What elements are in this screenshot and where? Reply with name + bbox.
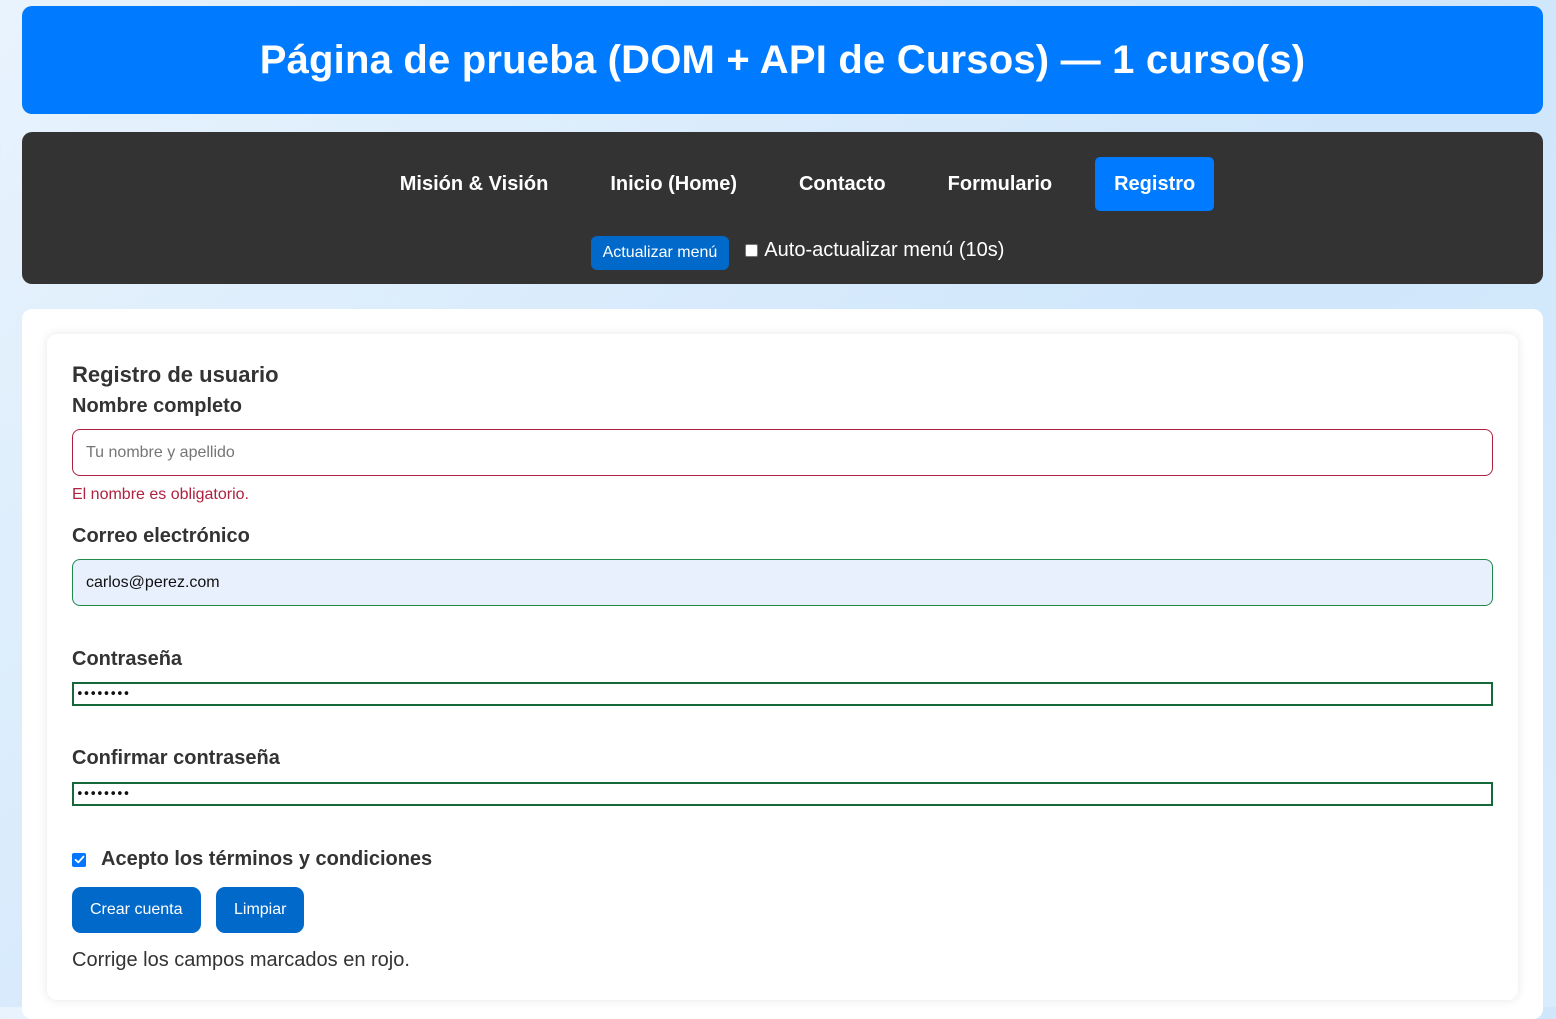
email-input[interactable]: carlos@perez.com bbox=[72, 559, 1493, 606]
nav-link-inicio[interactable]: Inicio (Home) bbox=[591, 157, 756, 211]
nav-link-contacto[interactable]: Contacto bbox=[780, 157, 905, 211]
form-status-message: Corrige los campos marcados en rojo. bbox=[72, 949, 410, 971]
confirm-password-label: Confirmar contraseña bbox=[72, 747, 280, 769]
terms-checkbox[interactable] bbox=[72, 852, 86, 867]
create-account-button[interactable]: Crear cuenta bbox=[72, 887, 201, 933]
nav-tools: Actualizar menú Auto-actualizar menú (10… bbox=[22, 236, 1543, 270]
main-nav: Misión & Visión Inicio (Home) Contacto F… bbox=[22, 132, 1543, 284]
registration-card: Registro de usuario Nombre completo Tu n… bbox=[47, 334, 1518, 1000]
nav-link-formulario[interactable]: Formulario bbox=[929, 157, 1071, 211]
name-input[interactable]: Tu nombre y apellido bbox=[72, 429, 1493, 476]
password-input-value: •••••••• bbox=[76, 686, 130, 702]
page-header: Página de prueba (DOM + API de Cursos) —… bbox=[22, 6, 1543, 114]
refresh-menu-button[interactable]: Actualizar menú bbox=[590, 236, 730, 270]
page-title: Página de prueba (DOM + API de Cursos) —… bbox=[259, 37, 1306, 82]
form-title: Registro de usuario bbox=[72, 362, 279, 387]
name-input-placeholder: Tu nombre y apellido bbox=[86, 443, 235, 461]
terms-label: Acepto los términos y condiciones bbox=[101, 848, 433, 870]
checkmark-icon bbox=[74, 855, 84, 864]
terms-toggle[interactable]: Acepto los términos y condiciones bbox=[72, 848, 432, 871]
name-error-message: El nombre es obligatorio. bbox=[72, 486, 249, 503]
email-label: Correo electrónico bbox=[72, 525, 250, 547]
main-content: Registro de usuario Nombre completo Tu n… bbox=[22, 309, 1543, 1019]
password-label: Contraseña bbox=[72, 648, 183, 670]
auto-refresh-checkbox[interactable] bbox=[745, 243, 759, 257]
clear-button[interactable]: Limpiar bbox=[216, 887, 305, 933]
auto-refresh-label: Auto-actualizar menú (10s) bbox=[764, 238, 1005, 261]
password-input[interactable]: •••••••• bbox=[72, 682, 1493, 706]
nav-link-registro[interactable]: Registro bbox=[1095, 157, 1215, 211]
email-input-value: carlos@perez.com bbox=[86, 573, 220, 591]
auto-refresh-toggle[interactable]: Auto-actualizar menú (10s) bbox=[745, 239, 1004, 262]
confirm-password-input[interactable]: •••••••• bbox=[72, 782, 1493, 806]
nav-links: Misión & Visión Inicio (Home) Contacto F… bbox=[22, 157, 1543, 211]
name-label: Nombre completo bbox=[72, 395, 243, 417]
confirm-password-input-value: •••••••• bbox=[76, 786, 130, 802]
nav-link-mision-vision[interactable]: Misión & Visión bbox=[381, 157, 568, 211]
